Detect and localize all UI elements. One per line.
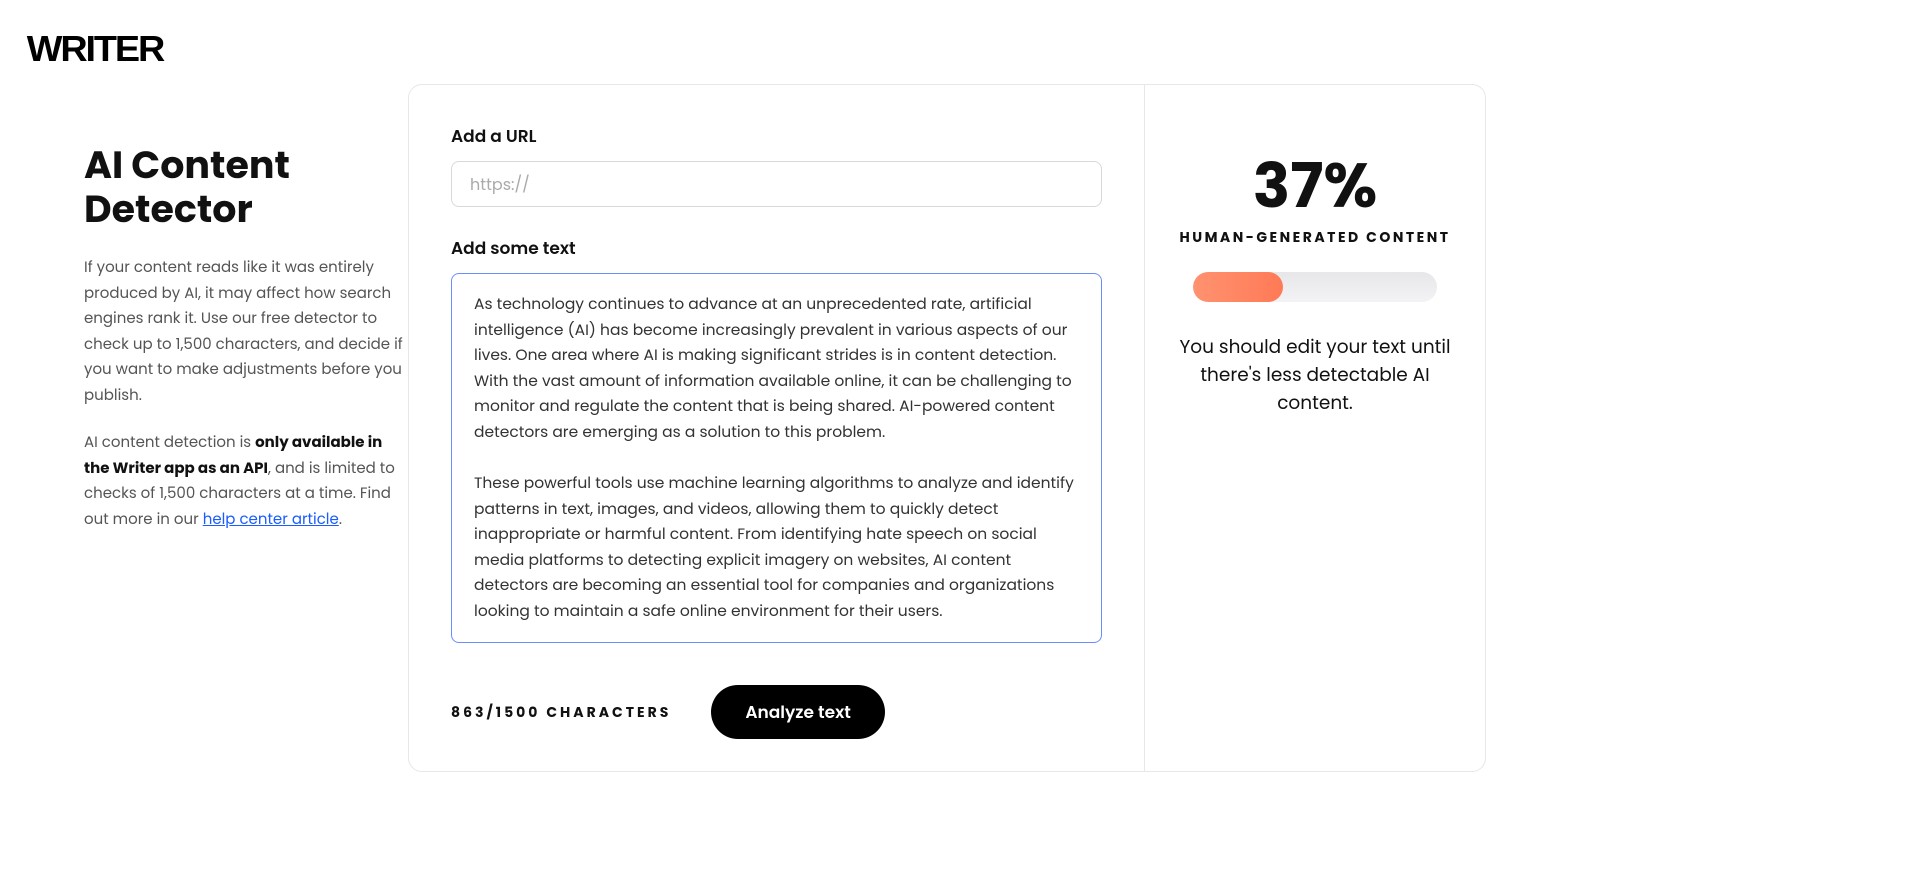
info-sidebar: AI Content Detector If your content read…	[84, 84, 404, 772]
result-message: You should edit your text until there's …	[1173, 334, 1457, 417]
url-input[interactable]	[451, 161, 1102, 207]
brand-logo: WRITER	[27, 28, 163, 70]
result-pane: 37% HUMAN-GENERATED CONTENT You should e…	[1145, 85, 1485, 771]
text-label: Add some text	[451, 235, 1102, 261]
detector-card: Add a URL Add some text As technology co…	[408, 84, 1486, 772]
result-percent-label: HUMAN-GENERATED CONTENT	[1173, 227, 1457, 248]
input-pane: Add a URL Add some text As technology co…	[409, 85, 1145, 771]
page-title: AI Content Detector	[84, 144, 404, 231]
url-label: Add a URL	[451, 123, 1102, 149]
analyze-button[interactable]: Analyze text	[711, 685, 885, 739]
p2-tail: .	[339, 509, 342, 530]
intro-paragraph-2: AI content detection is only available i…	[84, 430, 404, 532]
result-percent: 37%	[1173, 155, 1457, 217]
input-footer: 863/1500 CHARACTERS Analyze text	[451, 685, 1102, 739]
progress-track	[1193, 272, 1437, 302]
intro-paragraph-1: If your content reads like it was entire…	[84, 255, 404, 408]
help-center-link[interactable]: help center article	[203, 509, 339, 530]
progress-fill	[1193, 272, 1283, 302]
text-area-container: As technology continues to advance at an…	[451, 273, 1102, 643]
text-input[interactable]: As technology continues to advance at an…	[474, 292, 1079, 624]
character-count: 863/1500 CHARACTERS	[451, 702, 671, 723]
page-container: AI Content Detector If your content read…	[0, 0, 1920, 772]
p2-pre: AI content detection is	[84, 432, 255, 453]
